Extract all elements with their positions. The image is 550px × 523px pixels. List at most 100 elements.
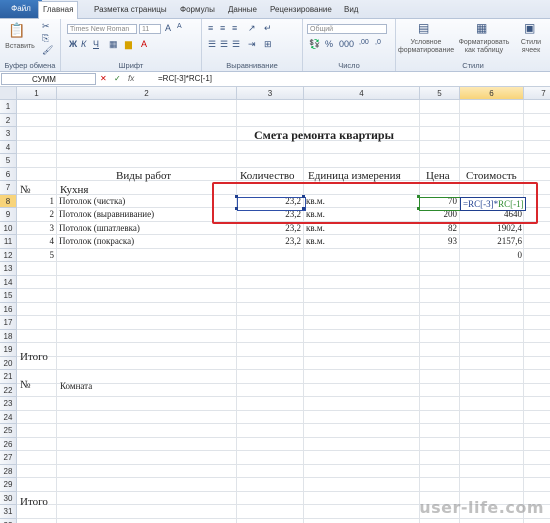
name-box[interactable]: СУММ [1,73,96,85]
paste-button[interactable]: Вставить [2,43,38,51]
row-header[interactable]: 28 [0,464,17,478]
percent-icon[interactable]: % [325,39,333,49]
column-header[interactable]: 1 [17,87,57,100]
select-all-corner[interactable] [0,87,17,100]
wrap-text-icon[interactable]: ↵ [264,23,272,34]
row-header[interactable]: 6 [0,167,17,181]
cell-styles-button[interactable]: Стили ячеек [514,39,548,55]
indent-icon[interactable]: ⇥ [248,39,256,50]
row-header[interactable]: 12 [0,248,17,262]
row-header[interactable]: 13 [0,262,17,276]
formula-input[interactable]: =RC[-3]*RC[-1] [158,73,212,85]
format-table-icon[interactable]: ▦ [476,21,487,35]
italic-icon[interactable]: К [81,39,86,49]
align-center-icon[interactable]: ☰ [220,39,228,50]
number-format-select[interactable]: Общий [307,24,387,34]
font-name-select[interactable]: Times New Roman [67,24,137,34]
borders-icon[interactable]: ▦ [109,39,118,50]
format-table-button[interactable]: Форматировать как таблицу [456,39,512,55]
row-header[interactable]: 17 [0,316,17,330]
row-header[interactable]: 4 [0,140,17,154]
row-header[interactable]: 14 [0,275,17,289]
bold-icon[interactable]: Ж [69,39,77,49]
price-ref-handle[interactable] [417,207,420,210]
tab-view[interactable]: Вид [340,2,362,17]
conditional-format-icon[interactable]: ▤ [418,21,429,35]
row-header[interactable]: 11 [0,235,17,249]
cut-icon[interactable]: ✂ [42,21,50,32]
qty-ref-handle[interactable] [235,195,238,198]
font-color-icon[interactable]: A [141,39,147,49]
alignment-label: Выравнивание [226,61,278,70]
column-header[interactable]: 2 [57,87,237,100]
row-header[interactable]: 9 [0,208,17,222]
copy-icon[interactable]: ⎘ [42,33,49,44]
qty-ref-handle[interactable] [302,207,305,210]
fx-icon[interactable]: fx [128,73,134,85]
row-header[interactable]: 24 [0,410,17,424]
price-ref-handle[interactable] [417,195,420,198]
tab-review[interactable]: Рецензирование [266,2,336,17]
merge-icon[interactable]: ⊞ [264,39,272,50]
tab-page-layout[interactable]: Разметка страницы [90,2,171,17]
row-header[interactable]: 26 [0,437,17,451]
row-header[interactable]: 8 [0,194,17,208]
row-header[interactable]: 1 [0,100,17,114]
conditional-format-button[interactable]: Условное форматирование [398,39,454,55]
increase-decimal-icon[interactable]: ,00 [359,39,369,46]
shrink-font-icon[interactable]: A [177,23,182,30]
row-header[interactable]: 32 [0,518,17,523]
format-painter-icon[interactable]: 🖌 [42,45,53,56]
row-header[interactable]: 16 [0,302,17,316]
tab-file[interactable]: Файл [0,0,42,18]
qty-ref-handle[interactable] [302,195,305,198]
fill-color-icon[interactable]: ▆ [125,39,132,50]
align-left-icon[interactable]: ☰ [208,39,216,50]
underline-icon[interactable]: Ч [93,39,99,49]
row-header[interactable]: 25 [0,424,17,438]
row-header[interactable]: 7 [0,181,17,195]
align-bottom-icon[interactable]: ≡ [232,23,237,33]
orientation-icon[interactable]: ↗ [248,23,256,34]
column-header[interactable]: 7 [524,87,550,100]
column-header[interactable]: 3 [237,87,304,100]
ribbon-tabs: Файл Главная Разметка страницы Формулы Д… [0,0,550,19]
row-header[interactable]: 18 [0,329,17,343]
tab-data[interactable]: Данные [224,2,261,17]
qty-ref-handle[interactable] [235,207,238,210]
row-header[interactable]: 10 [0,221,17,235]
row-header[interactable]: 31 [0,505,17,519]
styles-label: Стили [462,61,484,70]
active-cell-editor[interactable]: =RC[-3]*RC[-1] [460,197,526,211]
row-header[interactable]: 30 [0,491,17,505]
row-header[interactable]: 5 [0,154,17,168]
decrease-decimal-icon[interactable]: ,0 [375,39,381,46]
row-header[interactable]: 21 [0,370,17,384]
align-middle-icon[interactable]: ≡ [220,23,225,33]
kitchen-label: Кухня [60,184,89,196]
thousands-icon[interactable]: 000 [339,39,354,49]
font-size-select[interactable]: 11 [139,24,161,34]
row-header[interactable]: 22 [0,383,17,397]
row-header[interactable]: 20 [0,356,17,370]
row-header[interactable]: 23 [0,397,17,411]
row-header[interactable]: 27 [0,451,17,465]
row-header[interactable]: 15 [0,289,17,303]
row-header[interactable]: 29 [0,478,17,492]
tab-home[interactable]: Главная [38,1,79,19]
column-header[interactable]: 6 [460,87,524,100]
column-header[interactable]: 4 [304,87,420,100]
row-header[interactable]: 3 [0,127,17,141]
paste-icon[interactable]: 📋 [8,22,25,39]
align-top-icon[interactable]: ≡ [208,23,213,33]
tab-formulas[interactable]: Формулы [176,2,219,17]
column-header[interactable]: 5 [420,87,460,100]
row-header[interactable]: 19 [0,343,17,357]
enter-icon[interactable]: ✓ [114,73,121,85]
currency-icon[interactable]: 💱 [309,39,320,50]
cancel-icon[interactable]: ✕ [100,73,107,85]
row-header[interactable]: 2 [0,113,17,127]
align-right-icon[interactable]: ☰ [232,39,240,50]
cell-styles-icon[interactable]: ▣ [524,21,535,35]
grow-font-icon[interactable]: A [165,23,171,33]
